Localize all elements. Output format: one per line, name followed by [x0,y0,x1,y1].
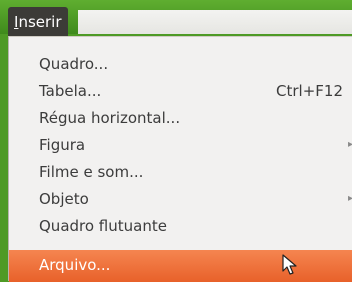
menu-item-filme-e-som[interactable]: Filme e som... [9,160,352,184]
menu-item-quadro-flutuante[interactable]: Quadro flutuante [9,214,352,238]
menu-inserir-label: nserir [18,13,62,31]
chevron-right-icon: ▸ [347,139,352,150]
menu-item-label: Quadro... [39,55,109,73]
menu-inserir[interactable]: Inserir [8,7,68,37]
menubar-strip [78,10,352,34]
mouse-pointer-icon [282,254,297,275]
menubar: Inserir [0,0,352,37]
menu-item-objeto[interactable]: Objeto ▸ [9,187,352,211]
menu-item-figura[interactable]: Figura ▸ [9,133,352,157]
shortcut-label: Ctrl+F12 [276,82,343,100]
menu-item-arquivo[interactable]: Arquivo... [9,250,352,282]
menu-item-quadro[interactable]: Quadro... [9,52,352,76]
chevron-right-icon: ▸ [347,193,352,204]
menu-item-tabela[interactable]: Tabela... Ctrl+F12 [9,79,352,103]
menu-item-label: Tabela... [39,82,102,100]
insert-menu-dropdown: Quadro... Tabela... Ctrl+F12 Régua horiz… [8,36,352,282]
menu-item-label: Filme e som... [39,163,144,181]
menu-item-label: Quadro flutuante [39,217,167,235]
menu-item-regua-horizontal[interactable]: Régua horizontal... [9,106,352,130]
menu-item-label: Arquivo... [39,256,111,274]
menu-item-label: Figura [39,136,86,154]
menu-item-label: Régua horizontal... [39,109,181,127]
menu-item-label: Objeto [39,190,89,208]
